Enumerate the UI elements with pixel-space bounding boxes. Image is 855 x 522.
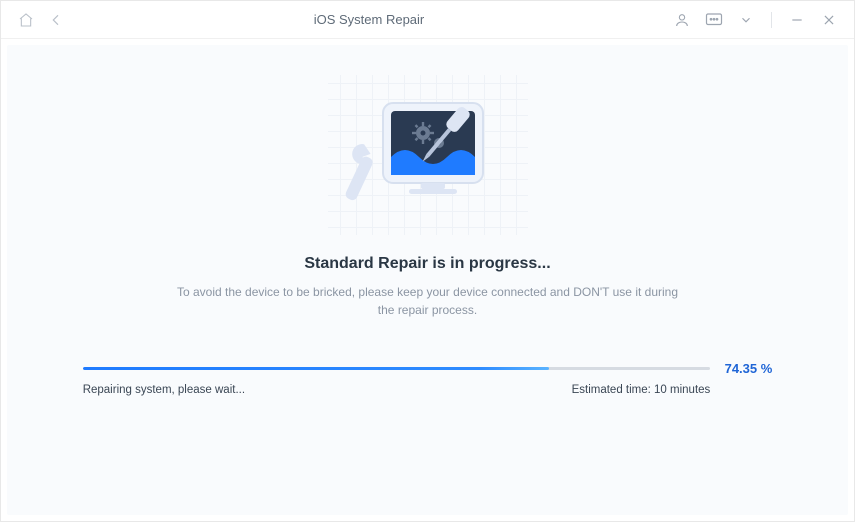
progress-fill [83, 367, 550, 370]
progress-eta: Estimated time: 10 minutes [572, 384, 711, 396]
progress-heading: Standard Repair is in progress... [304, 255, 550, 273]
account-icon[interactable] [671, 9, 693, 31]
progress-section: 74.35 % Repairing system, please wait...… [83, 361, 773, 396]
main-content: Standard Repair is in progress... To avo… [7, 45, 848, 515]
app-window: iOS System Repair [0, 0, 855, 522]
feedback-icon[interactable] [703, 9, 725, 31]
progress-subtext: To avoid the device to be bricked, pleas… [168, 283, 688, 319]
progress-percent: 74.35 % [720, 361, 772, 376]
progress-status-text: Repairing system, please wait... [83, 384, 245, 396]
home-icon[interactable] [15, 9, 37, 31]
repair-illustration [328, 75, 528, 235]
close-button[interactable] [818, 9, 840, 31]
minimize-button[interactable] [786, 9, 808, 31]
progress-bar [83, 367, 711, 370]
back-icon[interactable] [45, 9, 67, 31]
titlebar: iOS System Repair [1, 1, 854, 39]
window-title: iOS System Repair [67, 12, 671, 27]
chevron-down-icon[interactable] [735, 9, 757, 31]
